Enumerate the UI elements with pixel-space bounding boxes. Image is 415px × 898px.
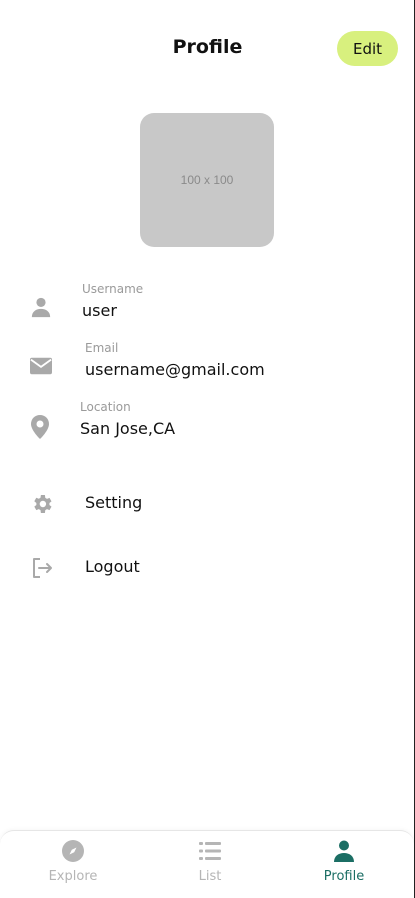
location-row: Location San Jose,CA	[0, 400, 415, 450]
email-label: Email	[85, 341, 119, 355]
location-pin-icon	[31, 415, 49, 439]
location-label: Location	[80, 400, 131, 414]
username-label: Username	[82, 282, 144, 296]
location-value: San Jose,CA	[80, 419, 176, 438]
compass-icon	[62, 840, 84, 862]
app-screen: Profile Edit 100 x 100 Username user Ema…	[0, 0, 415, 898]
bottom-navigation: Explore List Profile	[0, 830, 414, 898]
nav-label-explore: Explore	[48, 869, 98, 884]
avatar-placeholder-text: 100 x 100	[180, 173, 234, 187]
setting-row[interactable]: Setting	[0, 481, 415, 525]
person-icon	[334, 840, 354, 862]
email-row: Email username@gmail.com	[0, 341, 415, 391]
setting-label: Setting	[85, 493, 143, 512]
username-row: Username user	[0, 282, 415, 332]
nav-label-profile: Profile	[323, 869, 365, 884]
email-value: username@gmail.com	[85, 360, 265, 379]
gear-icon	[34, 495, 52, 513]
logout-row[interactable]: Logout	[0, 545, 415, 589]
username-value: user	[82, 301, 117, 320]
list-icon	[199, 842, 221, 860]
envelope-icon	[30, 357, 52, 375]
avatar[interactable]: 100 x 100	[140, 113, 274, 247]
nav-item-explore[interactable]: Explore	[4, 837, 142, 893]
edit-button[interactable]: Edit	[337, 31, 398, 66]
header: Profile Edit	[0, 0, 415, 96]
nav-label-list: List	[198, 869, 222, 884]
person-icon	[31, 297, 51, 318]
nav-item-profile[interactable]: Profile	[275, 837, 413, 893]
logout-icon	[33, 558, 52, 578]
nav-item-list[interactable]: List	[141, 837, 279, 893]
logout-label: Logout	[85, 557, 140, 576]
